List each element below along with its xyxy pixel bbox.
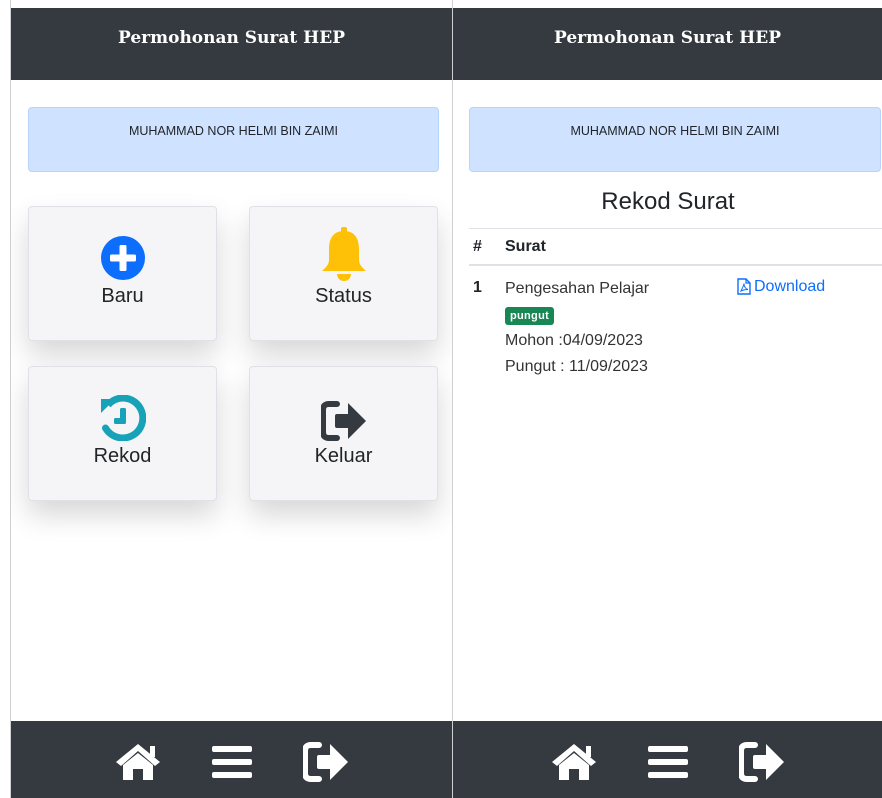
surat-details: Pengesahan Pelajar pungut Mohon :04/09/2… — [505, 276, 737, 380]
home-icon[interactable] — [114, 740, 162, 784]
status-badge: pungut — [505, 307, 555, 325]
home-icon[interactable] — [550, 740, 598, 784]
status-label: Status — [315, 285, 372, 307]
sign-out-icon[interactable] — [738, 740, 786, 784]
download-link[interactable]: Download — [737, 276, 825, 380]
plus-circle-icon — [100, 229, 146, 281]
column-header-number: # — [473, 237, 482, 255]
user-name-banner: MUHAMMAD NOR HELMI BIN ZAIMI — [28, 107, 439, 172]
rekod-button[interactable]: Rekod — [28, 366, 217, 501]
status-button[interactable]: Status — [249, 206, 438, 341]
row-number: 1 — [473, 279, 482, 296]
bars-icon[interactable] — [208, 740, 256, 784]
rekod-screen: Permohonan Surat HEP MUHAMMAD NOR HELMI … — [452, 0, 882, 798]
top-strip — [453, 0, 882, 8]
bottom-nav — [11, 721, 452, 798]
bottom-nav — [453, 721, 882, 798]
download-label: Download — [754, 278, 826, 295]
rekod-table: # Surat 1 Pengesahan Pelajar pungut Moho… — [469, 228, 882, 380]
app-header: Permohonan Surat HEP — [11, 8, 452, 80]
rekod-label: Rekod — [93, 445, 152, 467]
keluar-button[interactable]: Keluar — [249, 366, 438, 501]
user-name: MUHAMMAD NOR HELMI BIN ZAIMI — [128, 123, 339, 138]
history-icon — [100, 389, 146, 441]
page-title: Permohonan Surat HEP — [118, 28, 345, 48]
keluar-label: Keluar — [314, 445, 373, 467]
top-strip — [11, 0, 452, 8]
table-header: # Surat — [469, 228, 882, 266]
user-name-banner: MUHAMMAD NOR HELMI BIN ZAIMI — [469, 107, 881, 172]
baru-button[interactable]: Baru — [28, 206, 217, 341]
sign-out-icon[interactable] — [302, 740, 350, 784]
bell-icon — [320, 227, 368, 281]
surat-type: Pengesahan Pelajar — [505, 280, 650, 297]
baru-label: Baru — [101, 285, 144, 307]
page-title: Permohonan Surat HEP — [554, 28, 781, 48]
pungut-date: Pungut : 11/09/2023 — [505, 358, 648, 375]
main-menu-screen: Permohonan Surat HEP MUHAMMAD NOR HELMI … — [10, 0, 452, 798]
table-row: 1 Pengesahan Pelajar pungut Mohon :04/09… — [469, 266, 882, 380]
mohon-date: Mohon :04/09/2023 — [505, 332, 643, 349]
column-header-surat: Surat — [505, 237, 546, 255]
app-header: Permohonan Surat HEP — [453, 8, 882, 80]
file-pdf-icon — [737, 278, 751, 300]
rekod-title: Rekod Surat — [601, 188, 735, 215]
user-name: MUHAMMAD NOR HELMI BIN ZAIMI — [570, 123, 780, 138]
sign-out-icon — [320, 389, 367, 441]
bars-icon[interactable] — [644, 740, 692, 784]
